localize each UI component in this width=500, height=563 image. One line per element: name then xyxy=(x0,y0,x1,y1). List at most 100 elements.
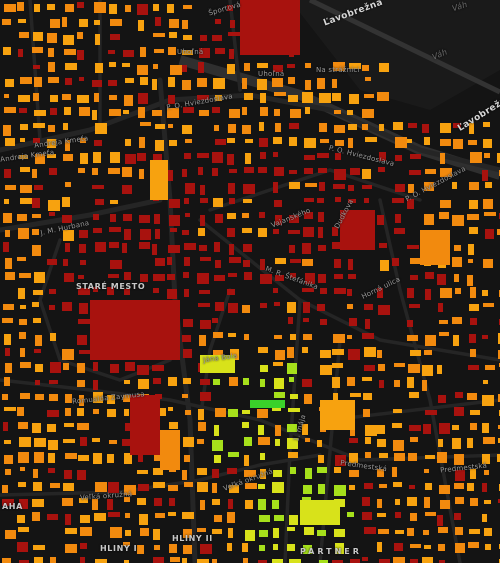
building-390 xyxy=(122,243,127,253)
building-913 xyxy=(65,528,77,534)
building-814 xyxy=(392,467,397,477)
city-building-map[interactable]: Váh Váh Ľavobrežná Ľavobrežná Športová U… xyxy=(0,0,500,563)
building-442 xyxy=(78,275,84,279)
building-387 xyxy=(79,244,86,253)
building-43 xyxy=(200,35,207,41)
building-439 xyxy=(19,273,31,278)
building-843 xyxy=(393,482,402,487)
building-429 xyxy=(380,260,389,271)
building-506 xyxy=(274,302,280,306)
building-105 xyxy=(257,79,267,90)
building-863 xyxy=(212,499,220,505)
landmark-building-0 xyxy=(240,0,300,55)
building-948 xyxy=(200,544,212,554)
building-770 xyxy=(107,454,114,463)
building-375 xyxy=(318,227,323,238)
building-793 xyxy=(20,467,25,471)
building-240 xyxy=(410,154,421,159)
building-212 xyxy=(424,137,430,145)
building-822 xyxy=(50,483,60,488)
building-357 xyxy=(18,228,29,239)
building-369 xyxy=(227,228,235,237)
building-115 xyxy=(50,95,58,102)
building-473 xyxy=(167,289,177,299)
building-832 xyxy=(212,483,217,493)
building-621 xyxy=(485,365,495,370)
label-stare-mesto: STARÉ MESTO xyxy=(76,282,146,291)
building-143 xyxy=(123,110,129,114)
building-265 xyxy=(318,168,327,173)
building-100 xyxy=(168,77,175,87)
building-194 xyxy=(125,139,131,146)
building-202 xyxy=(259,138,268,147)
building-946 xyxy=(169,544,177,553)
building-373 xyxy=(288,230,300,234)
building-459 xyxy=(348,274,356,279)
building-187 xyxy=(5,138,15,146)
building-229 xyxy=(197,153,209,158)
building-364 xyxy=(140,229,151,240)
building-216 xyxy=(483,139,492,148)
building-393 xyxy=(168,245,180,253)
building-142 xyxy=(109,109,121,116)
building-801 xyxy=(182,470,187,480)
building-117 xyxy=(77,95,89,103)
building-628 xyxy=(124,380,130,384)
building-234 xyxy=(273,152,278,157)
building-248 xyxy=(49,168,57,175)
building-726 xyxy=(423,424,431,434)
building-136 xyxy=(19,108,27,113)
building-544 xyxy=(50,333,56,341)
building-927 xyxy=(304,527,314,535)
building-285 xyxy=(273,182,278,193)
building-261 xyxy=(258,167,267,173)
building-9 xyxy=(137,4,148,15)
building-573 xyxy=(62,349,74,360)
building-388 xyxy=(95,242,106,252)
building-128 xyxy=(288,95,298,102)
building-17 xyxy=(2,19,11,25)
building-481 xyxy=(347,289,352,296)
building-253 xyxy=(139,169,144,179)
building-563 xyxy=(407,335,418,341)
building-396 xyxy=(214,242,220,252)
building-302 xyxy=(48,200,60,211)
building-925 xyxy=(273,528,279,538)
building-592 xyxy=(377,350,382,358)
building-768 xyxy=(78,455,89,461)
building-807 xyxy=(273,470,282,477)
building-21 xyxy=(79,19,88,27)
building-268 xyxy=(362,169,371,179)
building-636 xyxy=(243,378,249,385)
building-932 xyxy=(395,530,404,534)
building-450 xyxy=(214,275,225,281)
building-338 xyxy=(215,214,223,223)
building-332 xyxy=(123,214,132,221)
building-269 xyxy=(378,167,385,172)
building-291 xyxy=(362,185,372,189)
building-759 xyxy=(452,438,461,449)
building-935 xyxy=(438,527,448,533)
building-138 xyxy=(50,108,57,115)
building-645 xyxy=(394,380,400,387)
building-538 xyxy=(452,317,462,324)
building-626 xyxy=(77,380,85,387)
building-290 xyxy=(348,185,354,191)
building-896 xyxy=(274,515,284,521)
building-163 xyxy=(63,123,68,130)
building-286 xyxy=(289,182,300,189)
building-617 xyxy=(408,364,420,373)
landmark-building-10 xyxy=(160,430,180,470)
building-12 xyxy=(183,5,192,9)
building-158 xyxy=(362,109,374,118)
building-780 xyxy=(318,455,324,463)
building-307 xyxy=(169,199,180,208)
building-831 xyxy=(197,482,208,492)
building-615 xyxy=(378,364,385,371)
building-945 xyxy=(154,545,160,550)
building-323 xyxy=(483,199,493,209)
building-897 xyxy=(289,515,298,525)
building-775 xyxy=(214,455,221,463)
building-116 xyxy=(62,94,71,100)
building-173 xyxy=(275,123,281,132)
